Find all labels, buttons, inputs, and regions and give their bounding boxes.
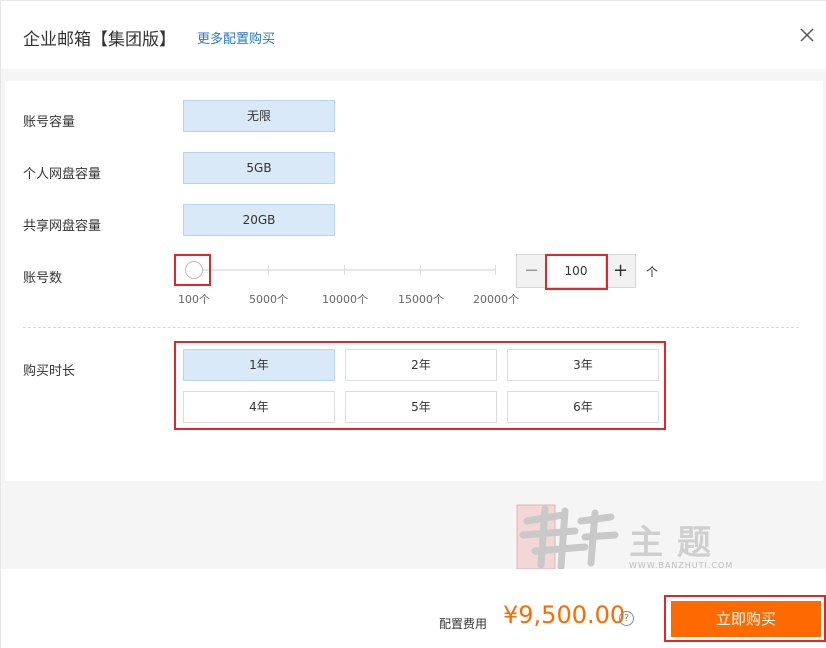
watermark-seal (516, 504, 619, 571)
slider-tick-label: 100个 (178, 293, 210, 306)
highlight-box-duration (174, 341, 666, 430)
increment-button[interactable]: + (605, 255, 635, 287)
account-capacity-option[interactable]: 无限 (183, 100, 335, 132)
slider-tick (268, 265, 269, 275)
section-divider (23, 327, 799, 328)
decrement-button[interactable]: − (517, 255, 547, 287)
close-icon[interactable] (799, 27, 815, 43)
accounts-label: 账号数 (23, 271, 63, 286)
slider-tick (420, 265, 421, 275)
slider-tick-label: 20000个 (473, 293, 519, 306)
slider-tick-label: 10000个 (322, 293, 368, 306)
watermark-text: 主题 (629, 523, 725, 563)
purchase-dialog: 企业邮箱【集团版】 更多配置购买 账号容量 无限 个人网盘容量 5GB 共享网盘… (0, 0, 826, 648)
config-body (1, 69, 826, 569)
highlight-box-slider (174, 254, 211, 286)
highlight-box-buy (664, 595, 826, 642)
personal-disk-option[interactable]: 5GB (183, 152, 335, 184)
highlight-box-input (545, 254, 608, 290)
slider-tick (495, 265, 496, 275)
shared-disk-option[interactable]: 20GB (183, 204, 335, 236)
dialog-header: 企业邮箱【集团版】 更多配置购买 (1, 1, 826, 69)
fee-label: 配置费用 (439, 617, 488, 631)
accounts-slider-track[interactable] (197, 269, 495, 271)
shared-disk-label: 共享网盘容量 (23, 219, 102, 234)
slider-tick (344, 265, 345, 275)
accounts-unit: 个 (646, 265, 659, 279)
account-capacity-label: 账号容量 (23, 115, 76, 130)
duration-label: 购买时长 (23, 364, 76, 379)
personal-disk-label: 个人网盘容量 (23, 167, 102, 182)
slider-tick-label: 15000个 (398, 293, 444, 306)
help-icon[interactable]: ? (619, 611, 634, 626)
fee-value: ¥9,500.00 (503, 601, 626, 629)
slider-tick-label: 5000个 (249, 293, 288, 306)
dialog-title: 企业邮箱【集团版】 (23, 30, 176, 50)
more-config-link[interactable]: 更多配置购买 (197, 28, 275, 47)
